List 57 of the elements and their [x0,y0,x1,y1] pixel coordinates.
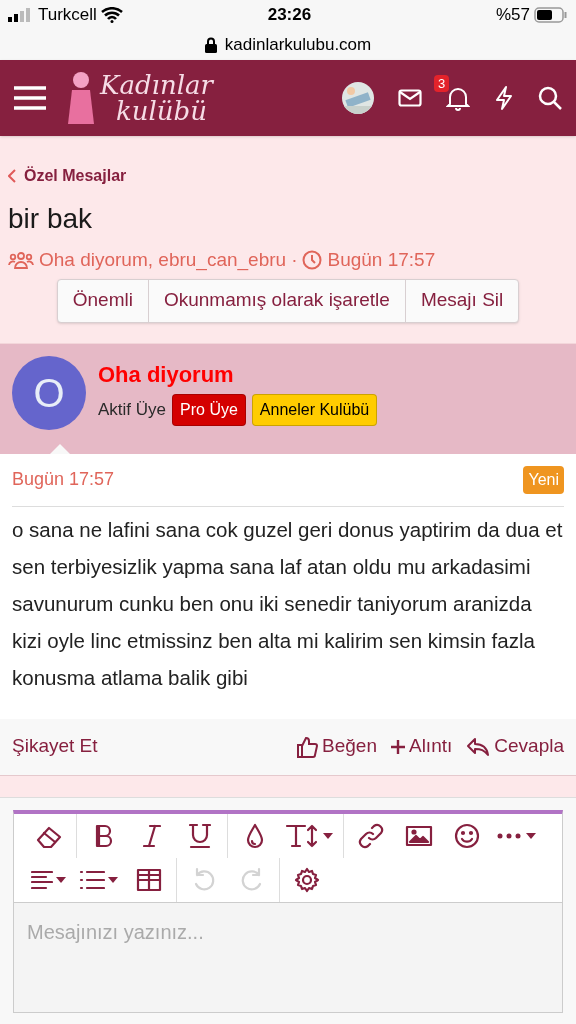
reply-button[interactable]: Cevapla [466,732,564,761]
list-icon [79,868,105,891]
user-badge: Pro Üye [172,393,246,426]
bell-icon[interactable] [446,85,470,111]
post-body: o sana ne lafini sana cok guzel geri donus yaptirim da dua et sen terbiyesizlik yapma sana laf atan oldu mu arkadasimi savunurum cunku ben onu iki senedir taniyorum aranizda kizi oyle linc etmissinz ben alta mi kalirim sen kimsin fazla konusma atlama balik gibi [12,516,564,691]
smiley-icon [453,821,481,850]
thread-time: Bugün 17:57 [327,248,436,272]
new-label: Yeni [523,465,564,494]
site-logo[interactable]: Kadınlar kulübü [66,70,213,126]
table-icon [136,867,162,892]
notification-badge: 3 [434,75,450,92]
lightning-icon[interactable] [494,85,514,111]
more-icon [497,831,521,840]
link-icon [357,821,385,850]
user-badge: Anneler Kulübü [251,393,378,426]
menu-icon[interactable] [14,85,46,111]
logo-text: kulübü [116,98,208,124]
caret-icon [107,875,119,884]
thread-title: bir bak [8,202,94,236]
logo-text: Kadınlar [100,72,213,98]
carrier-name: Turkcell [38,4,97,27]
plus-icon [390,739,405,754]
reply-icon [466,736,491,757]
wifi-icon [100,7,123,23]
figure-icon [66,70,96,126]
clock: 23:26 [267,4,312,27]
image-icon [405,824,433,847]
back-chevron-icon[interactable] [8,169,16,183]
drop-icon [245,822,265,849]
like-button[interactable]: Beğen [296,732,377,761]
lock-icon [204,37,217,53]
action-button[interactable]: Mesajı Sil [404,279,519,322]
bold-icon [94,823,114,848]
search-icon[interactable] [538,86,562,110]
report-link[interactable]: Şikayet Et [12,732,98,761]
underline-icon [189,822,211,849]
user-title: Aktif Üye [98,398,167,421]
separator-dot: · [291,248,298,272]
avatar[interactable]: O [12,355,86,430]
caret-icon [322,831,334,840]
post-time[interactable]: Bugün 17:57 [12,466,115,493]
clock-icon [302,250,323,271]
caret-icon [525,831,537,840]
caret-icon [55,875,67,884]
users-icon [8,251,34,270]
battery-percent: %57 [495,4,530,27]
message-input[interactable]: Mesajınızı yazınız... [13,902,563,1013]
settings-icon [294,866,320,893]
quote-button[interactable]: Alıntı [390,732,453,761]
action-button[interactable]: Önemli [57,279,148,322]
mail-icon[interactable] [398,89,422,107]
battery-icon [534,7,568,23]
italic-icon [143,823,161,848]
breadcrumb-link[interactable]: Özel Mesajlar [24,164,127,188]
align-left-icon [31,868,53,891]
action-button[interactable]: Okunmamış olarak işaretle [147,279,405,322]
thumbs-up-icon [296,735,318,758]
